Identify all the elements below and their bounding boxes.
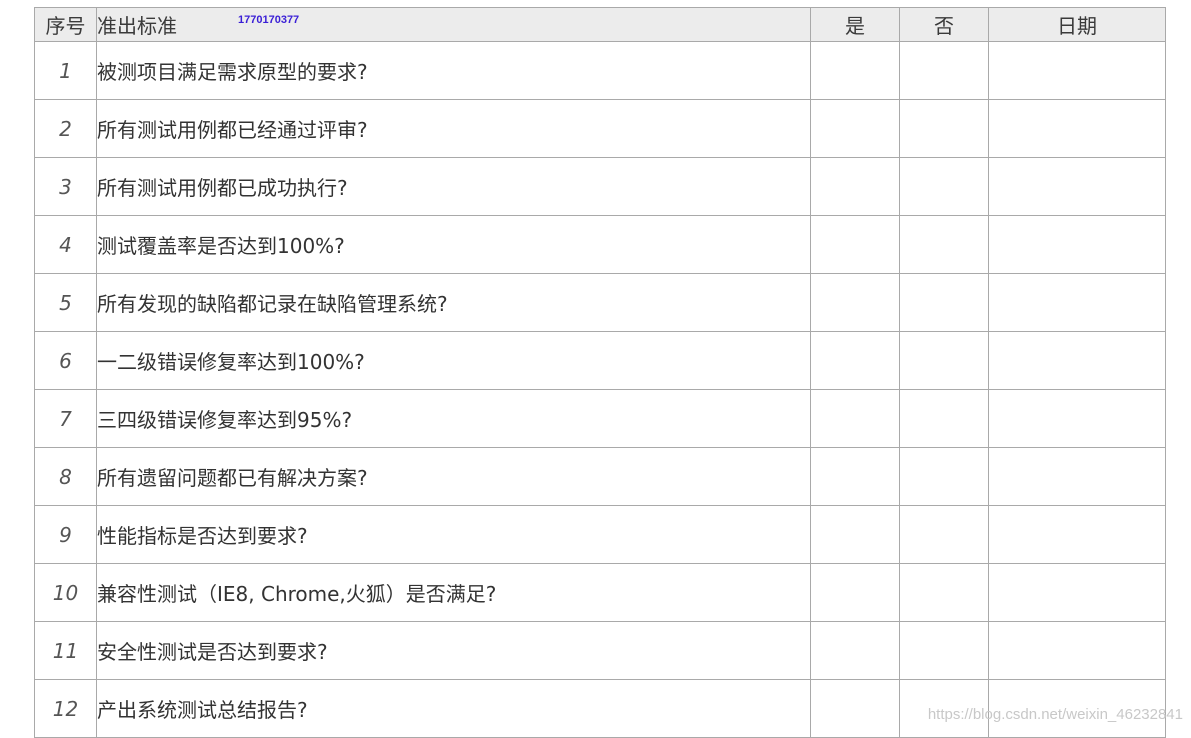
date-cell[interactable] [988,563,1166,622]
date-cell[interactable] [988,389,1166,448]
row-seq: 4 [34,215,97,274]
row-seq: 9 [34,505,97,564]
watermark-url: https://blog.csdn.net/weixin_46232841 [927,706,1183,723]
table-row: 2 所有测试用例都已经通过评审? [34,99,1166,158]
row-criteria: 安全性测试是否达到要求? [96,621,811,680]
yes-cell[interactable] [810,505,900,564]
row-criteria: 所有遗留问题都已有解决方案? [96,447,811,506]
row-criteria: 被测项目满足需求原型的要求? [96,41,811,100]
row-seq: 1 [34,41,97,100]
no-cell[interactable] [899,389,989,448]
yes-cell[interactable] [810,273,900,332]
yes-cell[interactable] [810,563,900,622]
no-cell[interactable] [899,621,989,680]
no-cell[interactable] [899,99,989,158]
no-cell[interactable] [899,331,989,390]
yes-cell[interactable] [810,157,900,216]
row-criteria: 性能指标是否达到要求? [96,505,811,564]
header-date: 日期 [988,7,1166,42]
row-seq: 11 [34,621,97,680]
date-cell[interactable] [988,99,1166,158]
no-cell[interactable] [899,157,989,216]
row-seq: 7 [34,389,97,448]
id-stamp: 1770170377 [238,14,300,26]
row-criteria: 测试覆盖率是否达到100%? [96,215,811,274]
row-seq: 6 [34,331,97,390]
row-seq: 2 [34,99,97,158]
table-row: 11 安全性测试是否达到要求? [34,621,1166,680]
row-criteria: 所有发现的缺陷都记录在缺陷管理系统? [96,273,811,332]
yes-cell[interactable] [810,215,900,274]
date-cell[interactable] [988,157,1166,216]
row-criteria: 三四级错误修复率达到95%? [96,389,811,448]
no-cell[interactable] [899,447,989,506]
header-row: 序号 准出标准 1770170377 是 否 日期 [34,7,1166,42]
yes-cell[interactable] [810,41,900,100]
date-cell[interactable] [988,447,1166,506]
exit-criteria-table: 序号 准出标准 1770170377 是 否 日期 1 被测项目满足需求原型的要… [34,7,1166,738]
row-criteria: 兼容性测试（IE8, Chrome,火狐）是否满足? [96,563,811,622]
row-seq: 5 [34,273,97,332]
row-seq: 3 [34,157,97,216]
no-cell[interactable] [899,505,989,564]
no-cell[interactable] [899,215,989,274]
table-row: 1 被测项目满足需求原型的要求? [34,41,1166,100]
date-cell[interactable] [988,273,1166,332]
table-row: 9 性能指标是否达到要求? [34,505,1166,564]
date-cell[interactable] [988,621,1166,680]
table-row: 8 所有遗留问题都已有解决方案? [34,447,1166,506]
no-cell[interactable] [899,273,989,332]
yes-cell[interactable] [810,621,900,680]
no-cell[interactable] [899,563,989,622]
yes-cell[interactable] [810,679,900,738]
table-row: 10 兼容性测试（IE8, Chrome,火狐）是否满足? [34,563,1166,622]
date-cell[interactable] [988,41,1166,100]
table-row: 7 三四级错误修复率达到95%? [34,389,1166,448]
date-cell[interactable] [988,505,1166,564]
header-criteria-label: 准出标准 [97,14,177,38]
yes-cell[interactable] [810,331,900,390]
yes-cell[interactable] [810,99,900,158]
yes-cell[interactable] [810,389,900,448]
row-seq: 12 [34,679,97,738]
row-criteria: 所有测试用例都已经通过评审? [96,99,811,158]
table-row: 6 一二级错误修复率达到100%? [34,331,1166,390]
header-yes: 是 [810,7,900,42]
header-no: 否 [899,7,989,42]
date-cell[interactable] [988,215,1166,274]
header-seq: 序号 [34,7,97,42]
table-row: 4 测试覆盖率是否达到100%? [34,215,1166,274]
row-seq: 10 [34,563,97,622]
row-criteria: 所有测试用例都已成功执行? [96,157,811,216]
table-row: 5 所有发现的缺陷都记录在缺陷管理系统? [34,273,1166,332]
header-criteria: 准出标准 1770170377 [96,7,811,42]
date-cell[interactable] [988,331,1166,390]
yes-cell[interactable] [810,447,900,506]
row-criteria: 产出系统测试总结报告? [96,679,811,738]
row-seq: 8 [34,447,97,506]
row-criteria: 一二级错误修复率达到100%? [96,331,811,390]
table-row: 3 所有测试用例都已成功执行? [34,157,1166,216]
no-cell[interactable] [899,41,989,100]
